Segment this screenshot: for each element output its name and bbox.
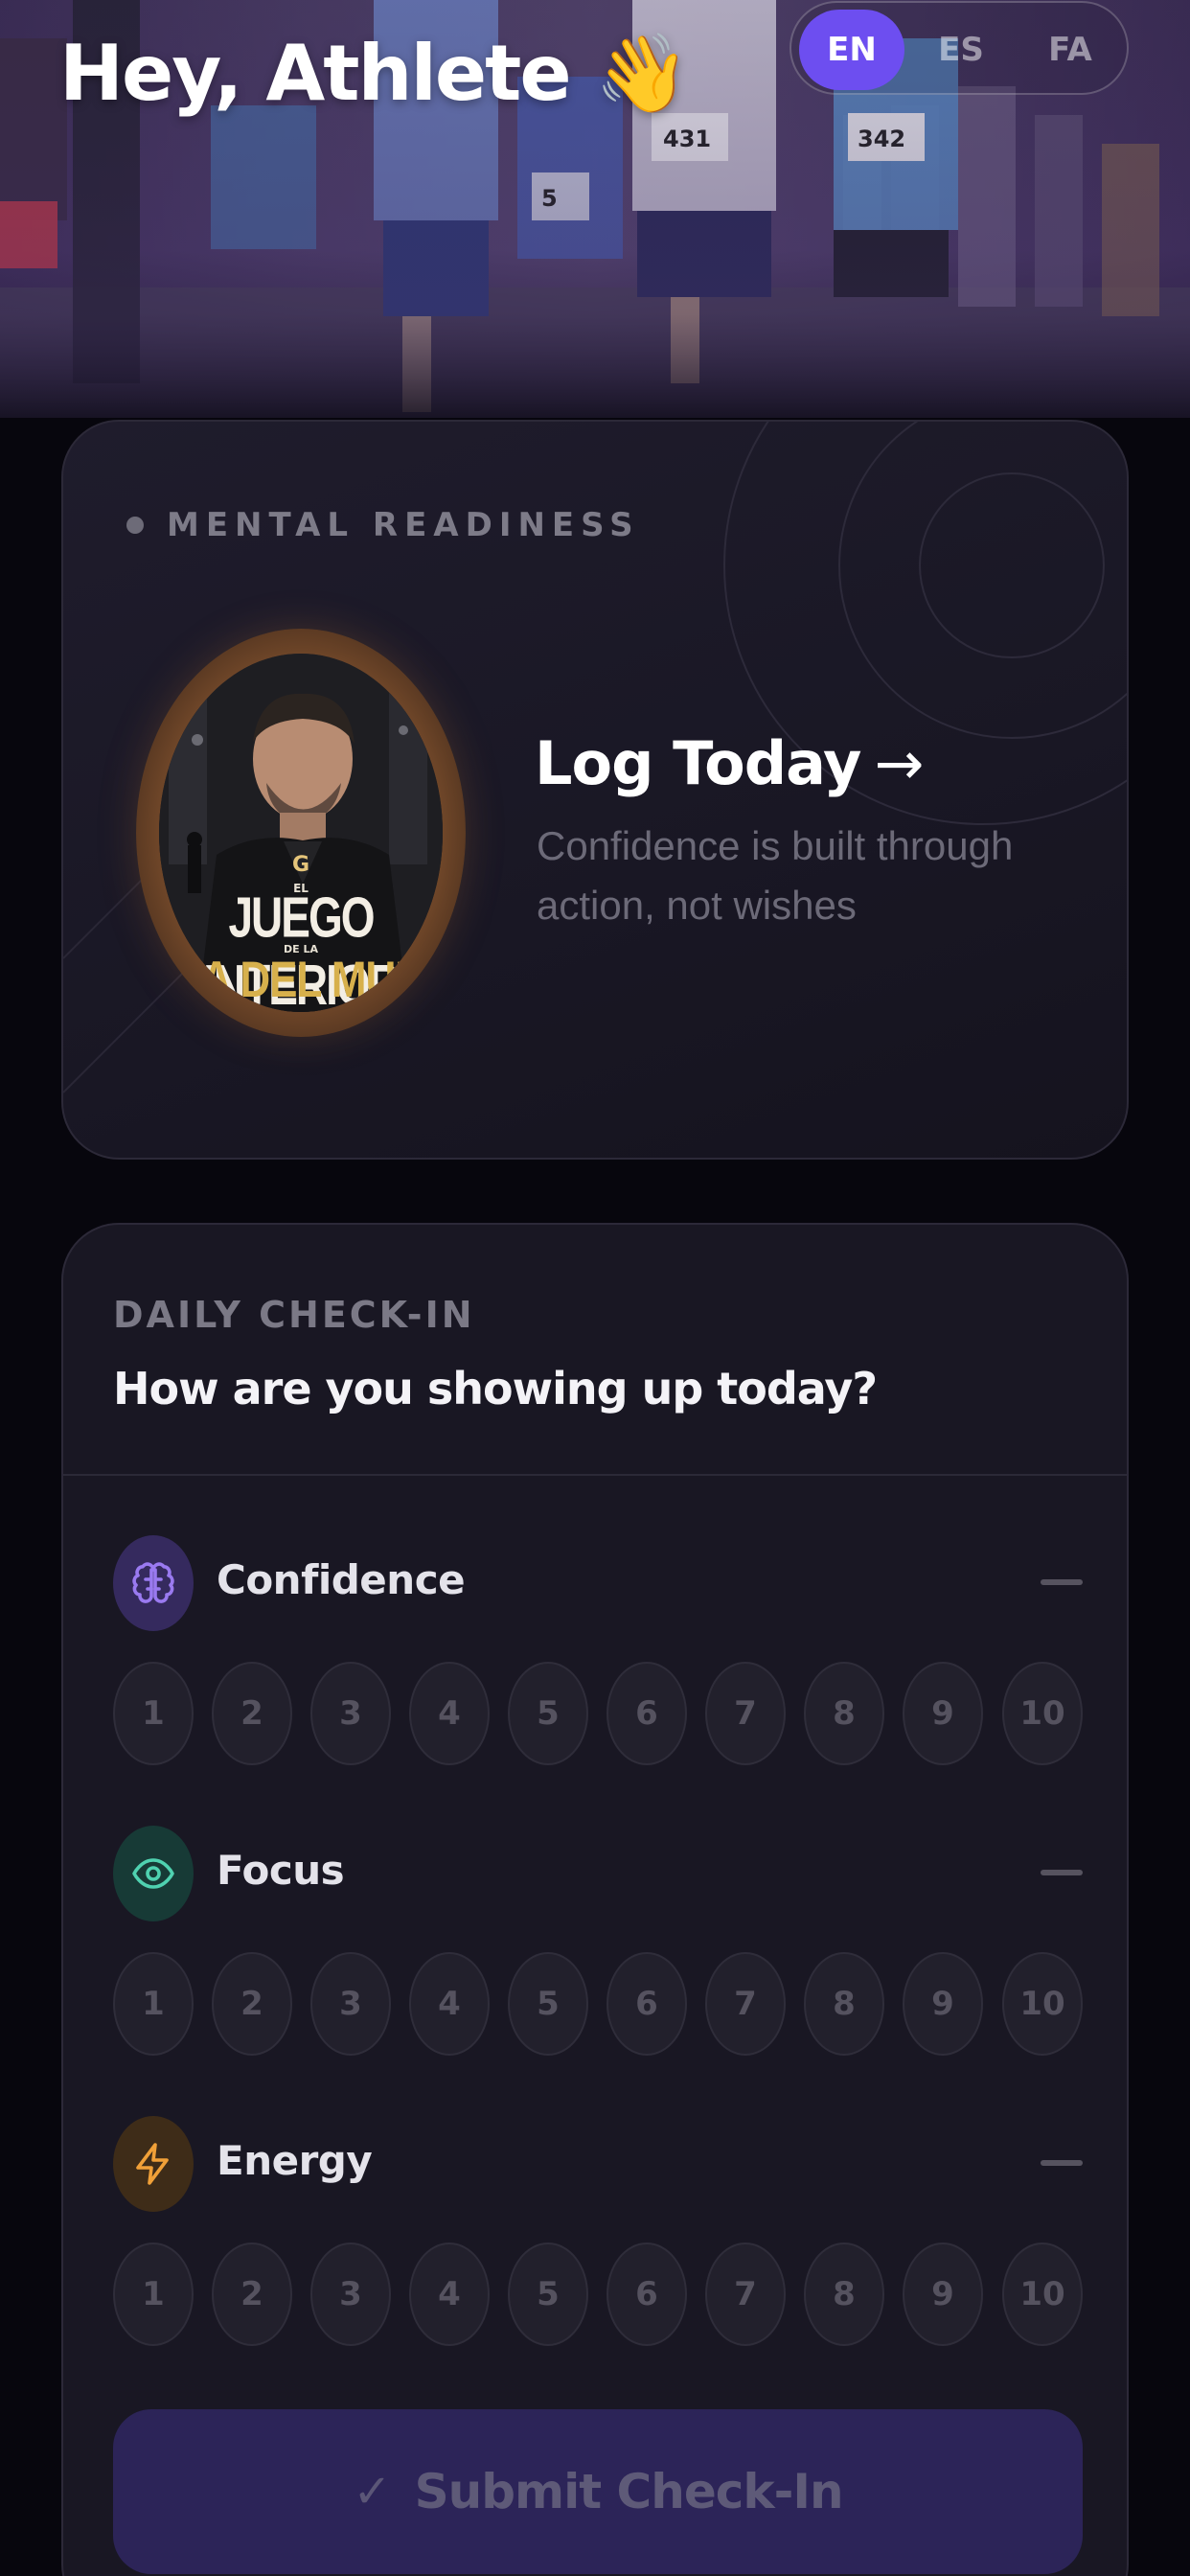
rating-button-8[interactable]: 8 <box>804 1952 884 2056</box>
metric-name: Confidence <box>217 1556 466 1603</box>
rating-button-7[interactable]: 7 <box>705 2242 786 2346</box>
metric-value-empty <box>1041 1579 1083 1585</box>
rating-button-5[interactable]: 5 <box>508 1952 588 2056</box>
rating-button-10[interactable]: 10 <box>1002 2242 1083 2346</box>
lang-option-en[interactable]: EN <box>799 10 904 90</box>
rating-button-4[interactable]: 4 <box>409 2242 490 2346</box>
checkin-question: How are you showing up today? <box>113 1363 878 1414</box>
rating-button-2[interactable]: 2 <box>212 1952 292 2056</box>
daily-checkin-card: DAILY CHECK-IN How are you showing up to… <box>61 1223 1129 2576</box>
arrow-right-icon: → <box>874 728 924 798</box>
rating-button-5[interactable]: 5 <box>508 1662 588 1765</box>
lightning-icon <box>113 2116 194 2212</box>
rating-button-4[interactable]: 4 <box>409 1952 490 2056</box>
submit-label: Submit Check-In <box>414 2464 844 2519</box>
book-logo: G <box>291 853 310 877</box>
rating-button-9[interactable]: 9 <box>903 1662 983 1765</box>
metric-focus: Focus 1 2 3 4 5 6 7 8 9 10 <box>113 1826 1083 2065</box>
rating-button-2[interactable]: 2 <box>212 2242 292 2346</box>
page: 5 431 342 Hey, Athlete 👋 <box>0 0 1190 2576</box>
rating-button-3[interactable]: 3 <box>310 2242 391 2346</box>
rating-scale-focus: 1 2 3 4 5 6 7 8 9 10 <box>113 1952 1083 2058</box>
book-cover-image[interactable]: G EL JUEGO INTERIOR DE LA PA DEL MUN <box>159 654 443 1012</box>
rating-button-6[interactable]: 6 <box>606 1662 687 1765</box>
metric-confidence: Confidence 1 2 3 4 5 6 7 8 9 10 <box>113 1535 1083 1775</box>
rating-button-1[interactable]: 1 <box>113 2242 194 2346</box>
mental-readiness-label: MENTAL READINESS <box>126 506 640 544</box>
divider <box>63 1474 1127 1476</box>
lang-option-fa[interactable]: FA <box>1018 10 1123 90</box>
rating-button-3[interactable]: 3 <box>310 1952 391 2056</box>
motivational-quote: Confidence is built through action, not … <box>537 823 1014 928</box>
metric-name: Focus <box>217 1847 345 1894</box>
language-switcher: EN ES FA <box>790 1 1129 95</box>
brain-icon <box>113 1535 194 1631</box>
log-today-link[interactable]: Log Today → <box>535 728 924 798</box>
hero-banner: 5 431 342 Hey, Athlete 👋 <box>0 0 1190 418</box>
status-dot <box>126 517 144 534</box>
rating-scale-energy: 1 2 3 4 5 6 7 8 9 10 <box>113 2242 1083 2348</box>
checkmark-icon: ✓ <box>353 2465 392 2518</box>
greeting-title: Hey, Athlete 👋 <box>59 29 690 118</box>
rating-button-9[interactable]: 9 <box>903 1952 983 2056</box>
rating-button-7[interactable]: 7 <box>705 1952 786 2056</box>
rating-button-6[interactable]: 6 <box>606 1952 687 2056</box>
metric-name: Energy <box>217 2137 373 2184</box>
eye-icon <box>113 1826 194 1921</box>
rating-button-8[interactable]: 8 <box>804 2242 884 2346</box>
rating-button-1[interactable]: 1 <box>113 1952 194 2056</box>
rating-button-4[interactable]: 4 <box>409 1662 490 1765</box>
metric-value-empty <box>1041 2160 1083 2166</box>
submit-checkin-button[interactable]: ✓ Submit Check-In <box>113 2409 1083 2574</box>
rating-button-8[interactable]: 8 <box>804 1662 884 1765</box>
metric-energy: Energy 1 2 3 4 5 6 7 8 9 10 <box>113 2116 1083 2356</box>
book-subtitle: PA DEL MUN <box>176 952 425 1008</box>
lang-option-es[interactable]: ES <box>908 10 1014 90</box>
rating-button-2[interactable]: 2 <box>212 1662 292 1765</box>
rating-button-5[interactable]: 5 <box>508 2242 588 2346</box>
checkin-label: DAILY CHECK-IN <box>113 1294 475 1336</box>
rating-button-10[interactable]: 10 <box>1002 1662 1083 1765</box>
rating-button-9[interactable]: 9 <box>903 2242 983 2346</box>
rating-button-3[interactable]: 3 <box>310 1662 391 1765</box>
rating-button-7[interactable]: 7 <box>705 1662 786 1765</box>
rating-button-1[interactable]: 1 <box>113 1662 194 1765</box>
metric-value-empty <box>1041 1870 1083 1875</box>
rating-button-10[interactable]: 10 <box>1002 1952 1083 2056</box>
mental-readiness-card[interactable]: MENTAL READINESS G EL JUEGO INTERIOR DE … <box>61 420 1129 1160</box>
rating-scale-confidence: 1 2 3 4 5 6 7 8 9 10 <box>113 1662 1083 1767</box>
rating-button-6[interactable]: 6 <box>606 2242 687 2346</box>
